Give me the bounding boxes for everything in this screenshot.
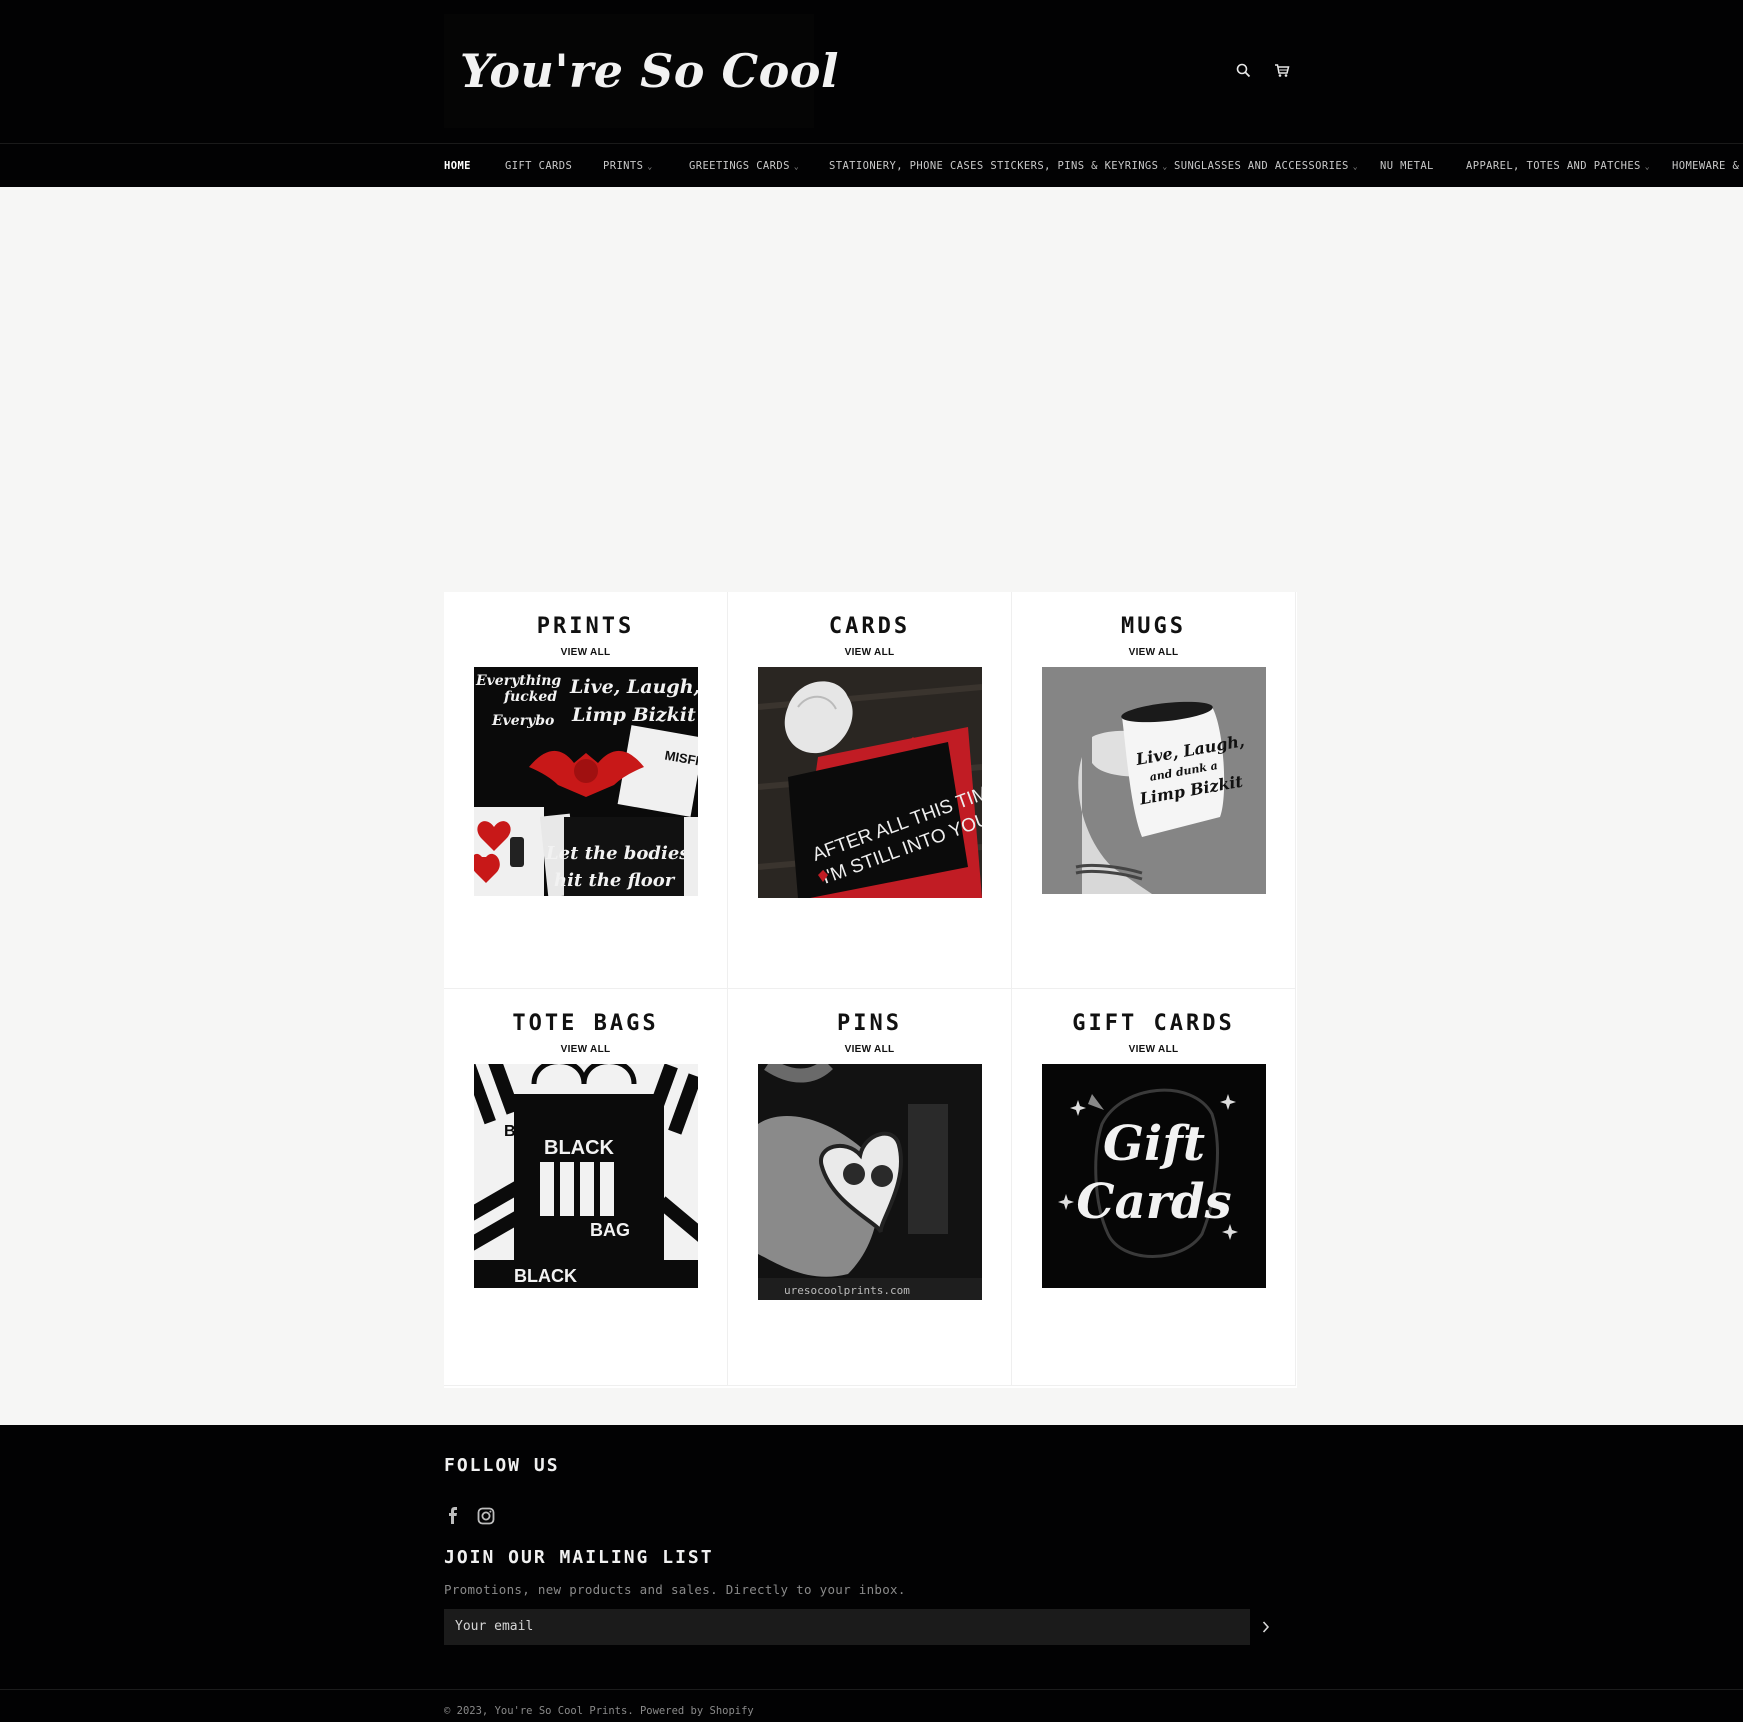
gift-card-art: Gift Cards: [1042, 1064, 1266, 1288]
nav-label: SUNGLASSES AND ACCESSORIES: [1174, 160, 1349, 172]
view-all-link[interactable]: VIEW ALL: [1012, 1044, 1295, 1055]
nav-label: PRINTS: [603, 160, 644, 172]
site-header: You're So Cool: [0, 0, 1743, 143]
prints-text: Everything: [475, 673, 561, 689]
collection-cards[interactable]: CARDS VIEW ALL AFTER ALL THIS TIME I'M S…: [728, 592, 1012, 989]
search-icon[interactable]: [1233, 60, 1253, 80]
collection-prints[interactable]: PRINTS VIEW ALL Everything fucked Everyb…: [444, 592, 728, 989]
view-all-link[interactable]: VIEW ALL: [1012, 647, 1295, 658]
nav-item-prints[interactable]: PRINTS ⌄: [603, 160, 653, 172]
nav-item-apparel[interactable]: APPAREL, TOTES AND PATCHES ⌄: [1466, 160, 1650, 172]
chevron-down-icon: ⌄: [1162, 162, 1168, 171]
prints-text: Everybo: [491, 713, 554, 729]
collection-title: CARDS: [828, 614, 911, 639]
tote-text: BLACK: [544, 1137, 615, 1159]
nav-label: HOME: [444, 160, 471, 172]
nav-label: GREETINGS CARDS: [689, 160, 790, 172]
nav-item-nu-metal[interactable]: NU METAL: [1380, 160, 1434, 172]
mugs-image[interactable]: Live, Laugh, and dunk a Limp Bizkit: [1042, 667, 1266, 894]
prints-text: fucked: [503, 689, 557, 705]
chevron-right-icon: [1262, 1621, 1270, 1633]
instagram-icon[interactable]: [477, 1507, 495, 1529]
view-all-link[interactable]: VIEW ALL: [728, 647, 1011, 658]
nav-label: APPAREL, TOTES AND PATCHES: [1466, 160, 1641, 172]
submit-button[interactable]: [1250, 1609, 1282, 1645]
tote-text: B: [504, 1123, 516, 1140]
collection-pins[interactable]: PINS VIEW ALL uresocoolprints.com: [728, 989, 1012, 1386]
collection-gift-cards[interactable]: GIFT CARDS VIEW ALL Gift Cards: [1012, 989, 1296, 1386]
site-logo[interactable]: You're So Cool: [444, 14, 838, 128]
prints-collage: Everything fucked Everybo Live, Laugh, L…: [474, 667, 698, 896]
prints-text: Limp Bizkit: [571, 704, 696, 726]
copyright-text: © 2023, You're So Cool Prints. Powered b…: [444, 1705, 754, 1717]
footer-divider: [0, 1689, 1743, 1690]
nav-item-sunglasses[interactable]: SUNGLASSES AND ACCESSORIES ⌄: [1174, 160, 1358, 172]
nav-label: GIFT CARDS: [505, 160, 573, 172]
collection-title: MUGS: [1121, 614, 1186, 639]
view-all-link[interactable]: VIEW ALL: [444, 647, 727, 658]
pins-image[interactable]: uresocoolprints.com: [758, 1064, 982, 1300]
mailing-text: Promotions, new products and sales. Dire…: [444, 1582, 906, 1597]
collection-title: PRINTS: [536, 614, 635, 639]
cards-photo: AFTER ALL THIS TIME I'M STILL INTO YOU: [758, 667, 982, 898]
tote-text: BLACK: [514, 1266, 577, 1286]
tote-bags-image[interactable]: BLACK BAG BLACK B: [474, 1064, 698, 1288]
pins-photo: uresocoolprints.com: [758, 1064, 982, 1300]
logo-text: You're So Cool: [460, 44, 839, 98]
nav-label: HOMEWARE & M: [1672, 160, 1743, 172]
main-nav: HOME GIFT CARDS PRINTS ⌄ GREETINGS CARDS ⌄…: [0, 143, 1743, 187]
collection-title: PINS: [837, 1011, 902, 1036]
prints-text: hit the floor: [554, 870, 676, 891]
site-footer: FOLLOW US JOIN OUR MAILING LIST Promotio…: [0, 1425, 1743, 1722]
prints-text: Live, Laugh,: [569, 676, 698, 698]
cards-image[interactable]: AFTER ALL THIS TIME I'M STILL INTO YOU: [758, 667, 982, 898]
nav-item-homeware[interactable]: HOMEWARE & M: [1672, 160, 1743, 172]
nav-item-stationery[interactable]: STATIONERY, PHONE CASES STICKERS, PINS &…: [829, 160, 1168, 172]
nav-item-greetings-cards[interactable]: GREETINGS CARDS ⌄: [689, 160, 799, 172]
collection-title: GIFT CARDS: [1072, 1011, 1235, 1036]
nav-item-home[interactable]: HOME: [444, 160, 471, 172]
mailing-heading: JOIN OUR MAILING LIST: [444, 1547, 714, 1568]
tote-photo: BLACK BAG BLACK B: [474, 1064, 698, 1288]
follow-heading: FOLLOW US: [444, 1455, 560, 1476]
collection-mugs[interactable]: MUGS VIEW ALL Live, Laugh, and dunk a Li…: [1012, 592, 1296, 989]
prints-text: Let the bodies: [545, 843, 689, 864]
gift-cards-image[interactable]: Gift Cards: [1042, 1064, 1266, 1288]
chevron-down-icon: ⌄: [1644, 162, 1650, 171]
nav-item-gift-cards[interactable]: GIFT CARDS: [505, 160, 572, 172]
mugs-photo: Live, Laugh, and dunk a Limp Bizkit: [1042, 667, 1266, 894]
pins-text: uresocoolprints.com: [784, 1284, 910, 1297]
gift-text: Cards: [1076, 1174, 1231, 1230]
chevron-down-icon: ⌄: [793, 162, 800, 171]
chevron-down-icon: ⌄: [647, 162, 653, 171]
view-all-link[interactable]: VIEW ALL: [444, 1044, 727, 1055]
tote-text: BAG: [590, 1220, 630, 1240]
facebook-icon[interactable]: [446, 1507, 460, 1528]
view-all-link[interactable]: VIEW ALL: [728, 1044, 1011, 1055]
collection-title: TOTE BAGS: [512, 1011, 659, 1036]
chevron-down-icon: ⌄: [1352, 162, 1358, 171]
prints-image[interactable]: Everything fucked Everybo Live, Laugh, L…: [474, 667, 698, 896]
email-input[interactable]: Your email: [444, 1609, 1250, 1645]
cart-icon[interactable]: [1272, 60, 1292, 80]
collection-grid: PRINTS VIEW ALL Everything fucked Everyb…: [444, 592, 1297, 1388]
nav-label: STATIONERY, PHONE CASES STICKERS, PINS &…: [829, 160, 1159, 172]
nav-label: NU METAL: [1380, 160, 1434, 172]
gift-text: Gift: [1103, 1116, 1205, 1172]
collection-tote-bags[interactable]: TOTE BAGS VIEW ALL BLACK BAG BLACK B: [444, 989, 728, 1386]
